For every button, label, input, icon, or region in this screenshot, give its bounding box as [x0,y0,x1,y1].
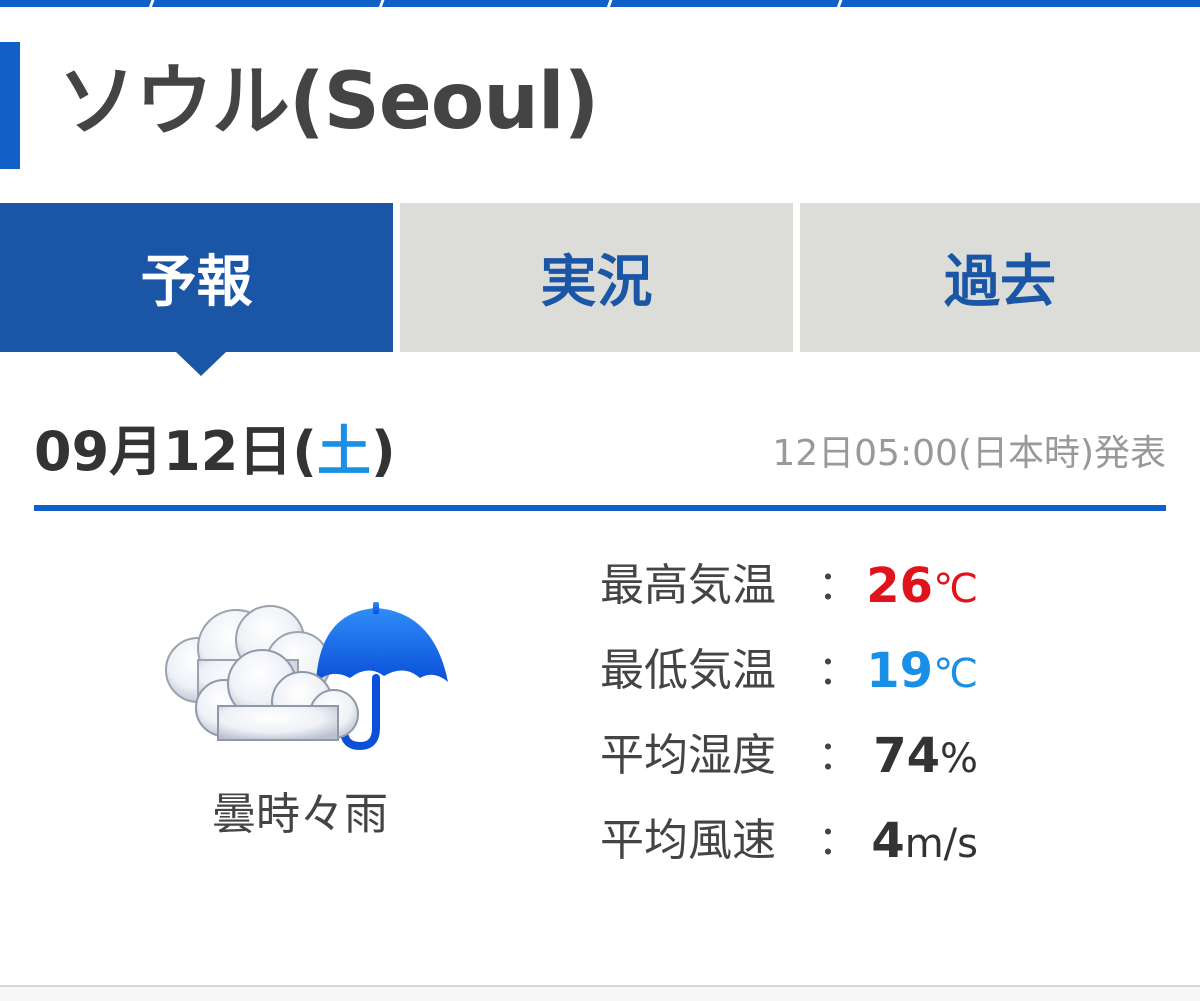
umbrella [316,602,448,682]
top-bar-separator [377,0,386,7]
stat-min-temp: 最低気温 ： 19℃ [600,641,1000,721]
date-prefix: 09月12日( [34,420,317,483]
top-bar-separator [605,0,614,7]
stat-colon: ： [818,563,858,609]
stat-value: 19℃ [866,641,978,712]
tab-forecast[interactable]: 予報 [0,203,393,352]
stat-value: 74% [873,726,978,797]
cloud-rain-umbrella-icon [165,602,448,750]
section-divider [34,505,1166,511]
stat-max-temp: 最高気温 ： 26℃ [600,556,1000,636]
tab-past[interactable]: 過去 [800,203,1200,352]
top-bar-separator [835,0,844,7]
stat-label: 最高気温 [600,560,776,611]
stat-colon: ： [818,648,858,694]
stat-number: 74 [873,728,940,784]
stat-colon: ： [818,818,858,864]
stat-label: 平均風速 [600,815,776,866]
forecast-date: 09月12日(土) [34,420,396,484]
issued-time: 12日05:00(日本時)発表 [772,433,1166,474]
top-bar [0,0,1200,7]
stat-value: 4m/s [871,811,978,882]
stat-number: 4 [871,813,905,869]
stat-number: 19 [866,643,934,699]
stat-unit: ℃ [933,651,978,697]
stat-value: 26℃ [866,556,978,627]
date-suffix: ) [370,420,396,483]
stat-number: 26 [866,558,934,614]
stat-label: 最低気温 [600,645,776,696]
tab-current[interactable]: 実況 [400,203,793,352]
stat-unit: m/s [904,821,978,867]
top-bar-separator [147,0,156,7]
stat-avg-humidity: 平均湿度 ： 74% [600,726,1000,806]
stat-label: 平均湿度 [600,730,776,781]
title-accent-bar [0,42,20,169]
stat-unit: ℃ [933,566,978,612]
page-title: ソウル(Seoul) [58,57,599,147]
stat-colon: ： [818,733,858,779]
weather-condition: 曇時々雨 [212,789,388,840]
stat-avg-wind: 平均風速 ： 4m/s [600,811,1000,891]
day-of-week: 土 [316,420,371,483]
stat-unit: % [939,736,978,782]
tab-bar: 予報 実況 過去 [0,203,1200,352]
active-tab-pointer [176,352,226,376]
